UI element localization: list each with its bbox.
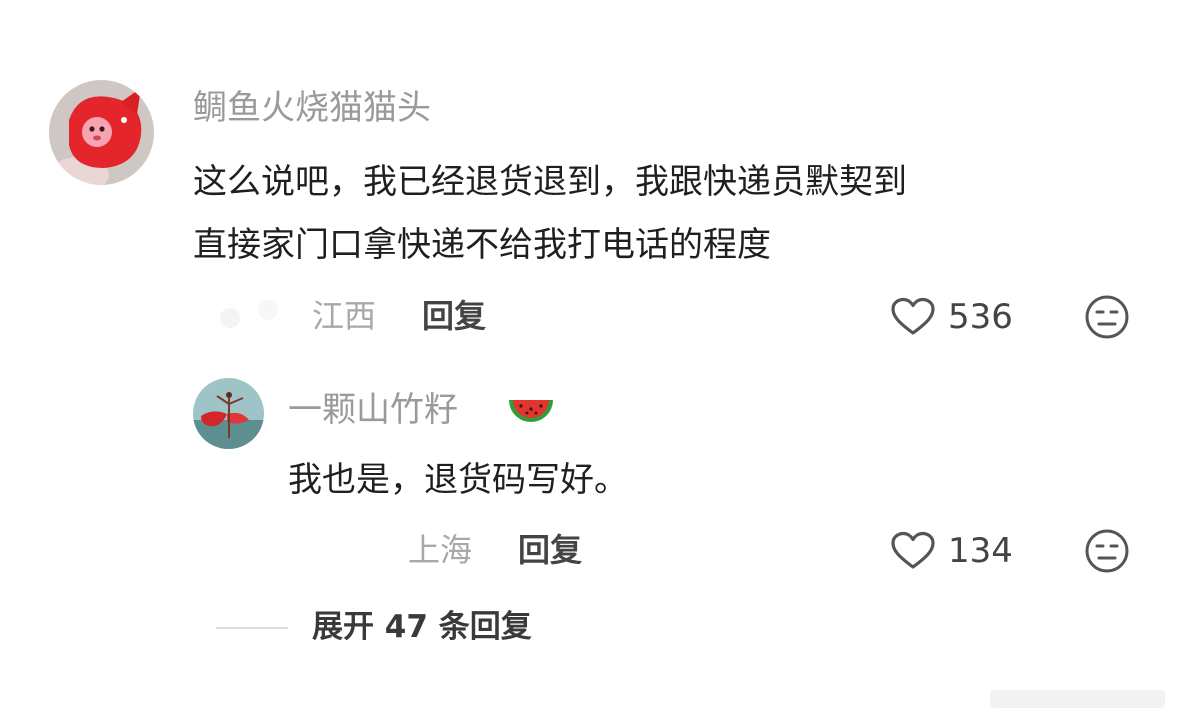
heart-outline-icon[interactable]	[890, 297, 936, 337]
meh-face-icon[interactable]	[1084, 294, 1130, 340]
comment-text-line-1: 这么说吧，我已经退货退到，我跟快递员默契到	[193, 162, 907, 202]
comment-reply-button[interactable]: 回复	[422, 296, 486, 336]
expand-replies-button[interactable]: 展开 47 条回复	[312, 607, 532, 647]
watermark	[990, 690, 1165, 708]
reply-location: 上海	[408, 531, 473, 569]
comment-text-line-2: 直接家门口拿快递不给我打电话的程度	[193, 225, 771, 265]
commenter-username[interactable]: 鲷鱼火烧猫猫头	[193, 88, 431, 128]
comment-location: 江西	[312, 297, 377, 335]
meh-face-icon[interactable]	[1084, 528, 1130, 574]
faint-dot	[220, 308, 240, 328]
heart-outline-icon[interactable]	[890, 531, 936, 571]
expand-divider	[216, 627, 288, 629]
replier-username[interactable]: 一颗山竹籽	[288, 390, 458, 430]
faint-dot	[258, 300, 278, 320]
reply-reply-button[interactable]: 回复	[518, 530, 582, 570]
comment-like-count: 536	[948, 297, 1013, 337]
replier-avatar[interactable]	[193, 378, 264, 449]
reply-like-count: 134	[948, 531, 1013, 571]
watermelon-icon	[505, 390, 557, 430]
commenter-avatar[interactable]	[49, 80, 154, 185]
reply-text: 我也是，退货码写好。	[288, 460, 628, 500]
